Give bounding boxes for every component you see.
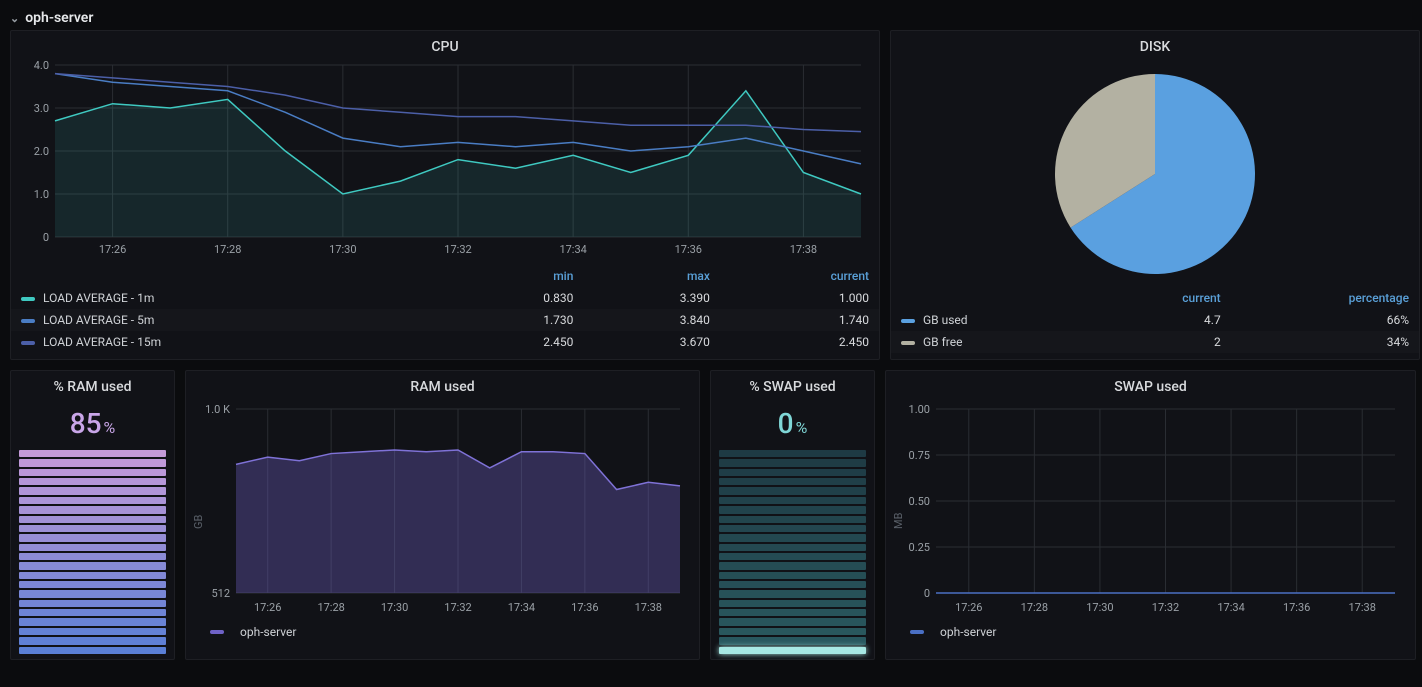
svg-text:17:30: 17:30 — [1086, 601, 1113, 614]
svg-text:0.25: 0.25 — [909, 541, 930, 554]
svg-text:17:26: 17:26 — [955, 601, 982, 614]
svg-text:17:34: 17:34 — [1217, 601, 1244, 614]
svg-text:17:30: 17:30 — [329, 243, 356, 256]
svg-text:512: 512 — [211, 587, 230, 600]
swap-pct-value: 0% — [711, 407, 874, 440]
cpu-legend-row[interactable]: LOAD AVERAGE - 5m1.7303.8401.740 — [11, 309, 879, 331]
svg-text:17:34: 17:34 — [559, 243, 586, 256]
swap-pct-title: % SWAP used — [711, 371, 874, 399]
svg-text:2.0: 2.0 — [34, 145, 49, 158]
svg-text:17:28: 17:28 — [1021, 601, 1048, 614]
disk-panel[interactable]: DISK current percentage GB used4.766%GB … — [890, 30, 1420, 360]
cpu-hdr-current: current — [720, 265, 879, 287]
cpu-hdr-max: max — [583, 265, 720, 287]
swap-pct-panel[interactable]: % SWAP used 0% — [710, 370, 875, 660]
chevron-down-icon: ⌄ — [10, 12, 19, 25]
swap-used-title: SWAP used — [886, 371, 1415, 399]
cpu-panel[interactable]: CPU 0 1.0 2.0 3.0 4.0 17:26 17:28 17:30 17:32 17:… — [10, 30, 880, 360]
svg-text:1.0: 1.0 — [34, 188, 49, 201]
ram-used-legend: oph-server — [186, 619, 699, 647]
swap-used-ylabel: MB — [892, 513, 905, 529]
series-swatch — [910, 630, 924, 634]
swap-used-chart[interactable]: 0 0.25 0.50 0.75 1.00 17:26 17:28 17:30 17:32 17:… — [886, 399, 1401, 619]
svg-text:1.0 K: 1.0 K — [205, 403, 230, 416]
disk-title: DISK — [891, 31, 1419, 59]
svg-text:0: 0 — [43, 231, 49, 244]
svg-text:4.0: 4.0 — [34, 59, 49, 72]
ram-used-chart[interactable]: 512 1.0 K 17:26 17:28 17:30 17:32 17:34 17:36 17… — [186, 399, 686, 619]
svg-text:17:32: 17:32 — [444, 243, 471, 256]
ram-pct-value: 85% — [11, 407, 174, 440]
swap-used-legend: oph-server — [886, 619, 1415, 647]
svg-text:1.00: 1.00 — [909, 403, 930, 416]
ram-pct-panel[interactable]: % RAM used 85% — [10, 370, 175, 660]
svg-text:17:34: 17:34 — [508, 601, 535, 614]
disk-hdr-percentage: percentage — [1231, 287, 1419, 309]
disk-legend: current percentage GB used4.766%GB free2… — [891, 287, 1419, 353]
svg-text:17:28: 17:28 — [317, 601, 344, 614]
svg-text:17:38: 17:38 — [790, 243, 817, 256]
svg-text:17:32: 17:32 — [1152, 601, 1179, 614]
svg-text:0.75: 0.75 — [909, 449, 930, 462]
row-title-text: oph-server — [25, 10, 93, 26]
svg-text:17:32: 17:32 — [444, 601, 471, 614]
series-swatch — [210, 630, 224, 634]
cpu-chart[interactable]: 0 1.0 2.0 3.0 4.0 17:26 17:28 17:30 17:32 17:34 17… — [25, 59, 865, 259]
disk-legend-row[interactable]: GB used4.766% — [891, 309, 1419, 331]
svg-text:17:30: 17:30 — [381, 601, 408, 614]
svg-text:17:38: 17:38 — [1349, 601, 1376, 614]
ram-pct-title: % RAM used — [11, 371, 174, 399]
swap-used-panel[interactable]: SWAP used MB 0 0.25 0.50 0.75 1.00 17:26 17:28… — [885, 370, 1416, 660]
cpu-hdr-min: min — [447, 265, 584, 287]
disk-hdr-current: current — [1094, 287, 1231, 309]
cpu-legend-row[interactable]: LOAD AVERAGE - 15m2.4503.6702.450 — [11, 331, 879, 353]
svg-text:17:36: 17:36 — [1283, 601, 1310, 614]
swap-pct-bars — [711, 450, 874, 662]
ram-used-panel[interactable]: RAM used GB 512 1.0 K 17:26 17:28 17:30 17:32… — [185, 370, 700, 660]
ram-used-title: RAM used — [186, 371, 699, 399]
svg-text:17:26: 17:26 — [99, 243, 126, 256]
row-header[interactable]: ⌄ oph-server — [0, 0, 1422, 30]
disk-pie-chart[interactable] — [1050, 69, 1260, 279]
swap-series-name: oph-server — [940, 625, 996, 639]
svg-text:17:26: 17:26 — [254, 601, 281, 614]
svg-text:17:36: 17:36 — [571, 601, 598, 614]
ram-used-ylabel: GB — [192, 515, 205, 529]
cpu-title: CPU — [11, 31, 879, 59]
svg-text:17:36: 17:36 — [675, 243, 702, 256]
disk-legend-row[interactable]: GB free234% — [891, 331, 1419, 353]
svg-text:0: 0 — [924, 587, 930, 600]
svg-text:17:28: 17:28 — [214, 243, 241, 256]
cpu-legend-row[interactable]: LOAD AVERAGE - 1m0.8303.3901.000 — [11, 287, 879, 309]
ram-series-name: oph-server — [240, 625, 296, 639]
svg-text:17:38: 17:38 — [635, 601, 662, 614]
svg-text:3.0: 3.0 — [34, 102, 49, 115]
svg-text:0.50: 0.50 — [909, 495, 930, 508]
cpu-legend: min max current LOAD AVERAGE - 1m0.8303.… — [11, 265, 879, 353]
ram-pct-bars — [11, 450, 174, 662]
